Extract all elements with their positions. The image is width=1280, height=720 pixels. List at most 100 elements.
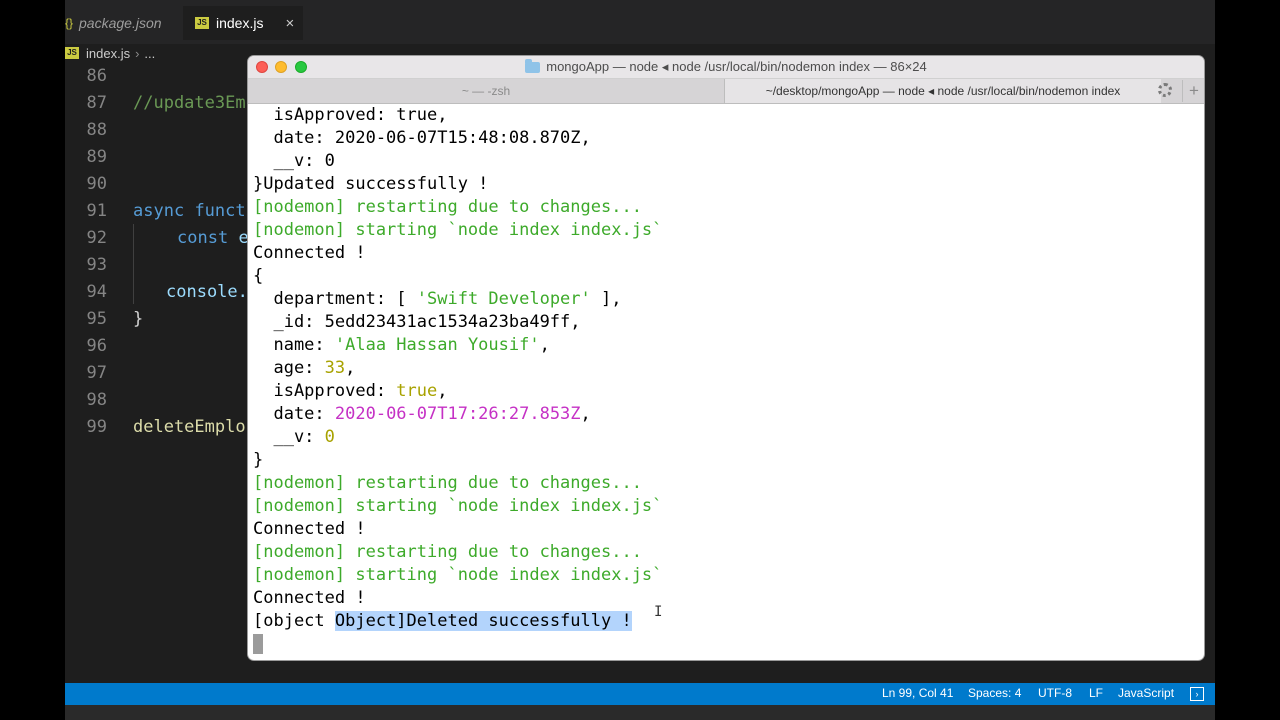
- code-line: 94 console.: [65, 278, 248, 305]
- output-line: }: [253, 450, 264, 470]
- prompt-line: [253, 633, 1193, 656]
- tab-package-json[interactable]: {} package.json: [65, 6, 183, 40]
- output-line: date: 2020-06-07T15:48:08.870Z,: [253, 128, 591, 148]
- number-value: 33: [324, 358, 346, 378]
- activity-spinner-icon: [1158, 83, 1172, 97]
- selected-text[interactable]: Object]Deleted successfully !: [334, 611, 632, 631]
- line-number: 94: [86, 281, 107, 302]
- field-key: department: [: [253, 289, 417, 309]
- output-line: __v: 0: [253, 151, 335, 171]
- tab-zsh[interactable]: ~ — -zsh: [248, 79, 725, 103]
- keyword: async: [133, 200, 185, 221]
- code-line: 95}: [65, 305, 144, 332]
- line-number: 88: [86, 119, 107, 140]
- line-number: 98: [86, 389, 107, 410]
- output-line: Connected !: [253, 243, 366, 263]
- field-key: date:: [253, 404, 335, 424]
- code-text: const e: [177, 228, 249, 248]
- breadcrumb-rest[interactable]: ...: [144, 46, 155, 61]
- eol-setting[interactable]: LF: [1089, 686, 1103, 700]
- code-line: 97: [65, 359, 107, 386]
- text-cursor-icon: I: [654, 604, 663, 620]
- line-number: 86: [86, 65, 107, 86]
- feedback-icon[interactable]: ›: [1190, 687, 1204, 701]
- output-line: {: [253, 266, 264, 286]
- terminal-cursor: [253, 634, 263, 654]
- close-icon[interactable]: ×: [285, 15, 294, 32]
- nodemon-line: [nodemon] restarting due to changes...: [253, 197, 642, 217]
- js-icon: JS: [195, 17, 209, 29]
- tab-label: package.json: [79, 15, 162, 31]
- output-line: Connected !: [253, 519, 366, 539]
- encoding-setting[interactable]: UTF-8: [1038, 686, 1072, 700]
- dock-strip: [65, 705, 1215, 720]
- terminal-titlebar: mongoApp — node ◂ node /usr/local/bin/no…: [248, 56, 1204, 79]
- code-line: 98: [65, 386, 107, 413]
- output-line: age: 33,: [253, 357, 1193, 380]
- line-number: 91: [86, 200, 107, 221]
- output-line: __v: 0: [253, 426, 1193, 449]
- breadcrumb-file[interactable]: index.js: [86, 46, 130, 61]
- output-line: name: 'Alaa Hassan Yousif',: [253, 334, 1193, 357]
- indentation-setting[interactable]: Spaces: 4: [968, 686, 1021, 700]
- chevron-right-icon: ›: [135, 45, 140, 61]
- output-line: }Updated successfully !: [253, 174, 489, 194]
- language-mode[interactable]: JavaScript: [1118, 686, 1174, 700]
- terminal-title: mongoApp — node ◂ node /usr/local/bin/no…: [248, 56, 1204, 78]
- punctuation: ],: [590, 289, 622, 309]
- code-line: 92 const e: [65, 224, 249, 251]
- line-number: 87: [86, 92, 107, 113]
- code-line: 99 deleteEmplo: [65, 413, 246, 440]
- output-line: Connected !: [253, 588, 366, 608]
- js-icon: JS: [65, 47, 79, 59]
- breadcrumb: JS index.js › ...: [65, 44, 155, 62]
- terminal-window[interactable]: mongoApp — node ◂ node /usr/local/bin/no…: [248, 56, 1204, 660]
- line-number: 90: [86, 173, 107, 194]
- number-value: 0: [324, 427, 335, 447]
- right-margin: [1215, 0, 1280, 720]
- output-line: department: [ 'Swift Developer' ],: [253, 288, 1193, 311]
- window-title-text: mongoApp — node ◂ node /usr/local/bin/no…: [546, 59, 927, 74]
- folder-icon: [525, 58, 541, 73]
- editor-tab-bar: {} package.json JS index.js ×: [65, 0, 1215, 44]
- line-number: 95: [86, 308, 107, 329]
- code-line: 89: [65, 143, 107, 170]
- code-line: 87 //update3Em: [65, 89, 246, 116]
- line-number: 97: [86, 362, 107, 383]
- terminal-output[interactable]: isApproved: true, date: 2020-06-07T15:48…: [253, 104, 1193, 656]
- new-tab-button[interactable]: +: [1182, 80, 1204, 102]
- line-number: 89: [86, 146, 107, 167]
- code-line: 86: [65, 62, 107, 89]
- string-value: 'Alaa Hassan Yousif': [334, 335, 540, 355]
- cursor-position[interactable]: Ln 99, Col 41: [882, 686, 953, 700]
- field-key: __v:: [253, 427, 325, 447]
- nodemon-line: [nodemon] starting `node index index.js`: [253, 496, 663, 516]
- nodemon-line: [nodemon] restarting due to changes...: [253, 542, 642, 562]
- status-bar: Ln 99, Col 41 Spaces: 4 UTF-8 LF JavaScr…: [65, 683, 1215, 705]
- code-text: console.: [166, 281, 248, 302]
- nodemon-line: [nodemon] restarting due to changes...: [253, 473, 642, 493]
- field-key: age:: [253, 358, 325, 378]
- punctuation: ,: [345, 358, 356, 378]
- punctuation: ,: [580, 404, 591, 424]
- output-line: [object Object]Deleted successfully !: [253, 610, 1193, 633]
- output-line: date: 2020-06-07T17:26:27.853Z,: [253, 403, 1193, 426]
- field-key: name:: [253, 335, 335, 355]
- tab-index-js[interactable]: JS index.js ×: [183, 6, 303, 40]
- nodemon-line: [nodemon] starting `node index index.js`: [253, 565, 663, 585]
- punctuation: ,: [539, 335, 550, 355]
- code-line: 93: [65, 251, 107, 278]
- tab-label: index.js: [216, 15, 264, 31]
- line-number: 92: [86, 227, 107, 248]
- code-text: }: [133, 308, 144, 329]
- terminal-tab-bar: ~ — -zsh ~/desktop/mongoApp — node ◂ nod…: [248, 79, 1204, 104]
- line-number: 93: [86, 254, 107, 275]
- punctuation: ,: [437, 381, 448, 401]
- tab-nodemon[interactable]: ~/desktop/mongoApp — node ◂ node /usr/lo…: [725, 79, 1161, 103]
- code-text: deleteEmplo: [133, 416, 246, 437]
- code-text: //update3Em: [133, 92, 246, 113]
- nodemon-line: [nodemon] starting `node index index.js`: [253, 220, 663, 240]
- keyword: const: [177, 227, 229, 248]
- output-line: isApproved: true,: [253, 105, 448, 125]
- code-line: 88: [65, 116, 107, 143]
